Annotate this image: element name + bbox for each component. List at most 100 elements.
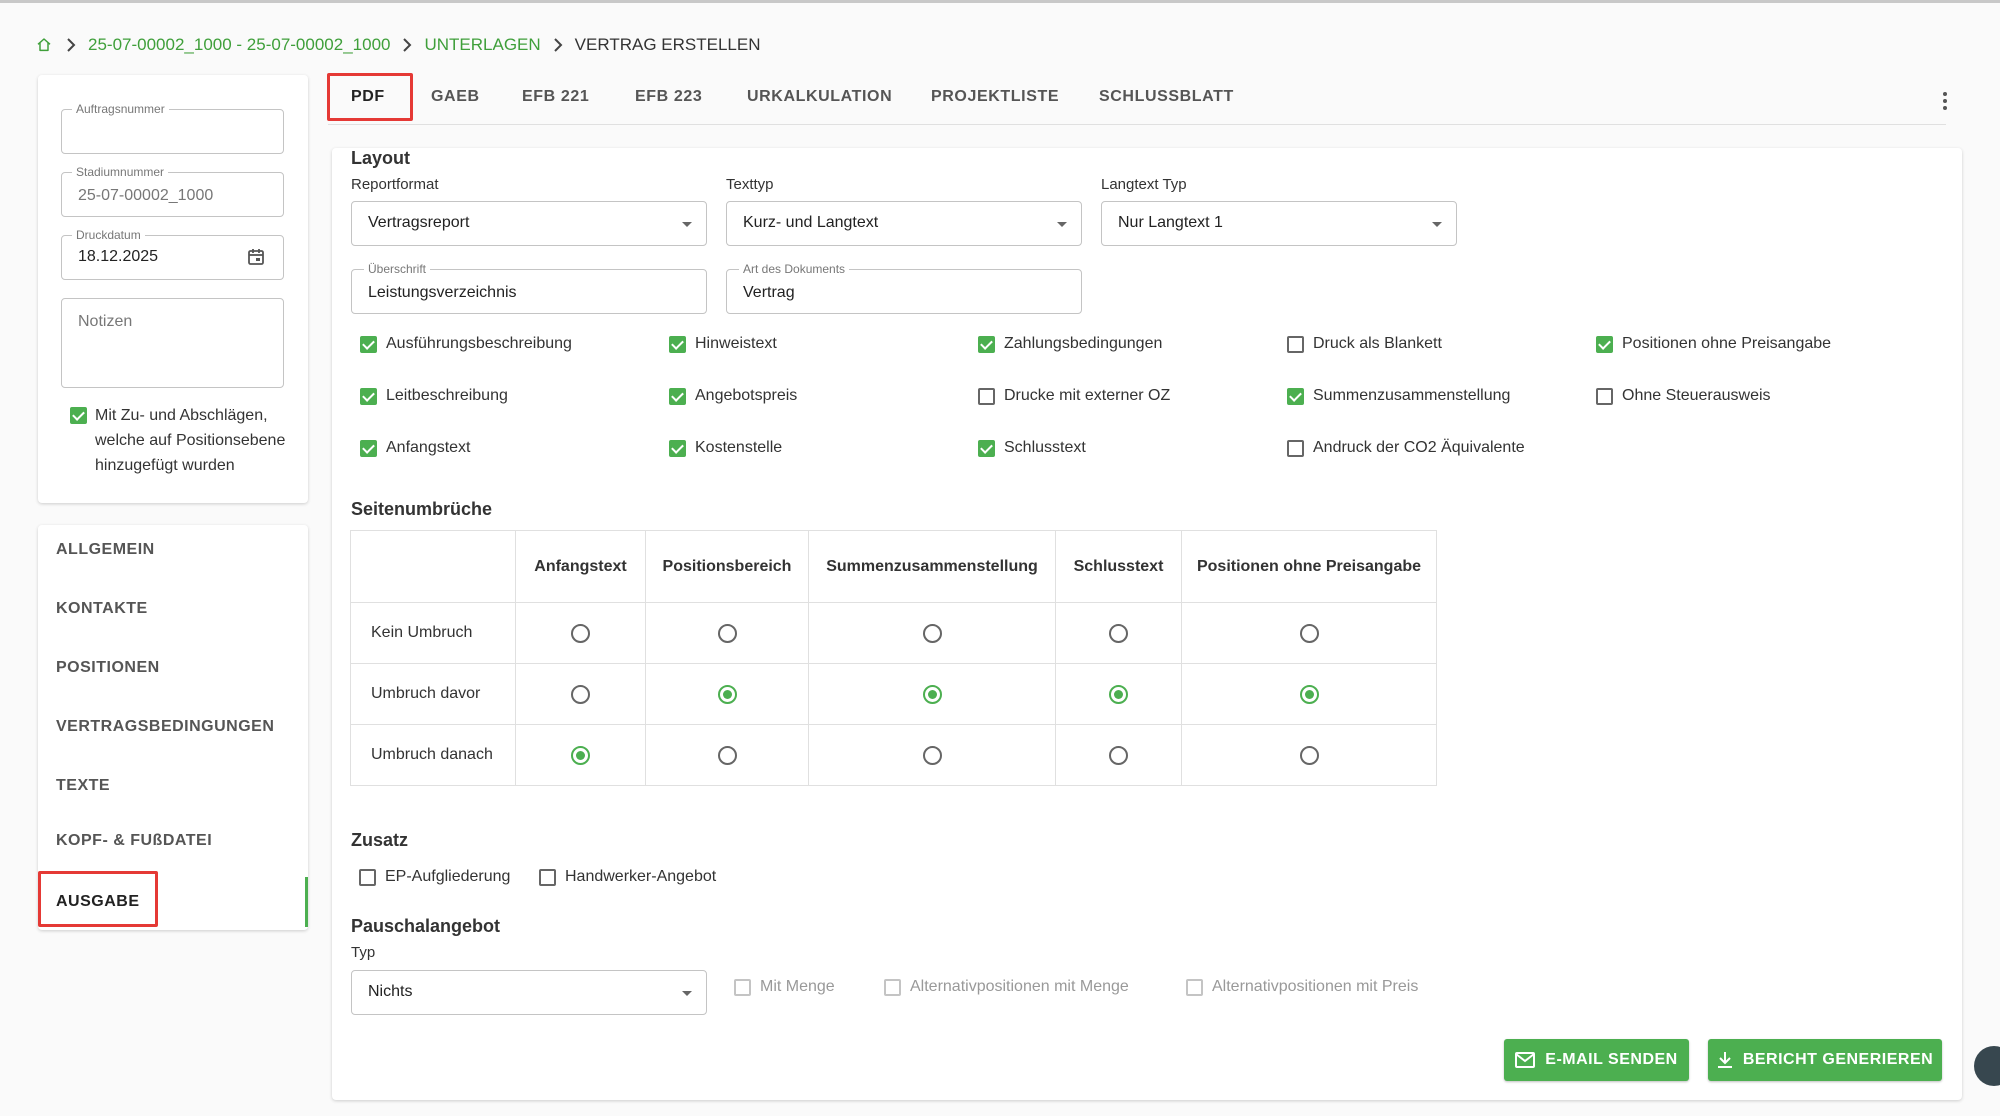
checkbox[interactable] [978,387,995,405]
checkbox[interactable] [734,978,751,996]
bericht-generieren-label: BERICHT GENERIEREN [1742,1051,1934,1068]
druckdatum-field[interactable]: Druckdatum 18.12.2025 [61,228,284,280]
chevron-right-icon [54,38,88,52]
checkbox[interactable] [360,439,377,457]
radio-button[interactable] [922,623,942,643]
nav-item-positionen[interactable]: POSITIONEN [56,659,160,677]
reportformat-select[interactable]: Vertragsreport [351,201,707,246]
stadiumnummer-field[interactable]: Stadiumnummer 25-07-00002_1000 [61,165,284,217]
radio-button[interactable] [717,745,737,765]
row-label-kein-umbruch: Kein Umbruch [350,602,516,664]
checkbox[interactable] [669,387,686,405]
checkbox[interactable] [360,387,377,405]
option-ausfuehrungsbeschreibung[interactable]: Ausführungsbeschreibung [360,335,572,353]
pauschal-typ-select[interactable]: Nichts [351,970,707,1015]
breadcrumb-unterlagen-link[interactable]: UNTERLAGEN [424,35,540,55]
bericht-generieren-button[interactable]: BERICHT GENERIEREN [1708,1039,1942,1081]
help-icon[interactable] [1974,1046,2000,1086]
more-options-icon[interactable] [1942,92,1948,110]
nav-item-allgemein[interactable]: ALLGEMEIN [56,541,155,559]
art-des-dokuments-field[interactable]: Art des Dokuments Vertrag [726,262,1082,314]
checkbox[interactable] [669,335,686,353]
ueberschrift-value: Leistungsverzeichnis [368,284,517,301]
ueberschrift-field[interactable]: Überschrift Leistungsverzeichnis [351,262,707,314]
option-kostenstelle[interactable]: Kostenstelle [669,439,782,457]
auftragsnummer-field[interactable]: Auftragsnummer [61,102,284,154]
col-header-anfangstext: Anfangstext [515,530,646,603]
notizen-placeholder: Notizen [78,313,133,330]
checkbox[interactable] [1287,335,1304,353]
checkbox[interactable] [1287,387,1304,405]
tab-efb-221[interactable]: EFB 221 [522,88,589,106]
option-schlusstext[interactable]: Schlusstext [978,439,1086,457]
texttyp-select[interactable]: Kurz- und Langtext [726,201,1082,246]
nav-active-indicator [305,877,308,927]
home-icon[interactable] [36,36,54,54]
tab-urkalkulation[interactable]: URKALKULATION [747,88,892,106]
option-label: Schlusstext [1004,439,1086,456]
radio-button[interactable] [922,684,942,704]
checkbox[interactable] [539,868,556,886]
option-hinweistext[interactable]: Hinweistext [669,335,777,353]
email-senden-button[interactable]: E-MAIL SENDEN [1504,1039,1689,1081]
radio-button[interactable] [571,745,590,765]
tab-projektliste[interactable]: PROJEKTLISTE [931,88,1059,106]
nav-item-kopf-fussdatei[interactable]: KOPF- & FUßDATEI [56,832,212,850]
option-label: Mit Menge [760,978,835,995]
zuschlaege-checkbox-row[interactable]: Mit Zu- und Abschlägen, welche auf Posit… [70,403,285,478]
radio-button[interactable] [717,623,737,643]
radio-button[interactable] [1299,684,1319,704]
table-row-umbruch-danach: Umbruch danach [350,724,1437,786]
option-angebotspreis[interactable]: Angebotspreis [669,387,797,405]
radio-button[interactable] [1109,745,1128,765]
option-label: Druck als Blankett [1313,335,1442,352]
checkbox[interactable] [1596,387,1613,405]
option-alternativpositionen-mit-preis[interactable]: Alternativpositionen mit Preis [1186,978,1418,996]
checkbox[interactable] [669,439,686,457]
nav-item-vertragsbedingungen[interactable]: VERTRAGSBEDINGUNGEN [56,718,274,736]
texttyp-value: Kurz- und Langtext [743,214,879,231]
zuschlaege-checkbox[interactable] [70,407,87,424]
option-leitbeschreibung[interactable]: Leitbeschreibung [360,387,508,405]
tab-schlussblatt[interactable]: SCHLUSSBLATT [1099,88,1234,106]
notizen-field[interactable]: Notizen [61,298,284,388]
radio-button[interactable] [1109,623,1128,643]
checkbox[interactable] [1186,978,1203,996]
radio-button[interactable] [1109,684,1128,704]
checkbox[interactable] [1287,439,1304,457]
option-ep-aufgliederung[interactable]: EP-Aufgliederung [359,868,510,886]
option-ohne-steuerausweis[interactable]: Ohne Steuerausweis [1596,387,1771,405]
radio-button[interactable] [922,745,942,765]
row-label-umbruch-davor: Umbruch davor [350,663,516,725]
option-handwerker-angebot[interactable]: Handwerker-Angebot [539,868,716,886]
dropdown-caret-icon [682,991,692,996]
option-drucke-mit-externer-oz[interactable]: Drucke mit externer OZ [978,387,1170,405]
option-mit-menge[interactable]: Mit Menge [734,978,835,996]
checkbox[interactable] [978,335,995,353]
option-anfangstext[interactable]: Anfangstext [360,439,471,457]
checkbox[interactable] [1596,335,1613,353]
option-andruck-co2-aequivalente[interactable]: Andruck der CO2 Äquivalente [1287,439,1525,457]
checkbox[interactable] [359,868,376,886]
radio-button[interactable] [717,684,737,704]
option-druck-als-blankett[interactable]: Druck als Blankett [1287,335,1442,353]
radio-button[interactable] [1299,623,1319,643]
druckdatum-value: 18.12.2025 [78,248,159,265]
checkbox[interactable] [884,978,901,996]
option-alternativpositionen-mit-menge[interactable]: Alternativpositionen mit Menge [884,978,1129,996]
radio-button[interactable] [571,684,590,704]
nav-item-texte[interactable]: TEXTE [56,777,110,795]
checkbox[interactable] [360,335,377,353]
calendar-icon[interactable] [247,248,265,266]
checkbox[interactable] [978,439,995,457]
nav-item-kontakte[interactable]: KONTAKTE [56,600,148,618]
breadcrumb-project-link[interactable]: 25-07-00002_1000 - 25-07-00002_1000 [88,35,390,55]
option-positionen-ohne-preisangabe[interactable]: Positionen ohne Preisangabe [1596,335,1831,353]
langtext-typ-select[interactable]: Nur Langtext 1 [1101,201,1457,246]
radio-button[interactable] [571,623,590,643]
option-zahlungsbedingungen[interactable]: Zahlungsbedingungen [978,335,1162,353]
tab-gaeb[interactable]: GAEB [431,88,480,106]
radio-button[interactable] [1299,745,1319,765]
tab-efb-223[interactable]: EFB 223 [635,88,702,106]
option-summenzusammenstellung[interactable]: Summenzusammenstellung [1287,387,1510,405]
